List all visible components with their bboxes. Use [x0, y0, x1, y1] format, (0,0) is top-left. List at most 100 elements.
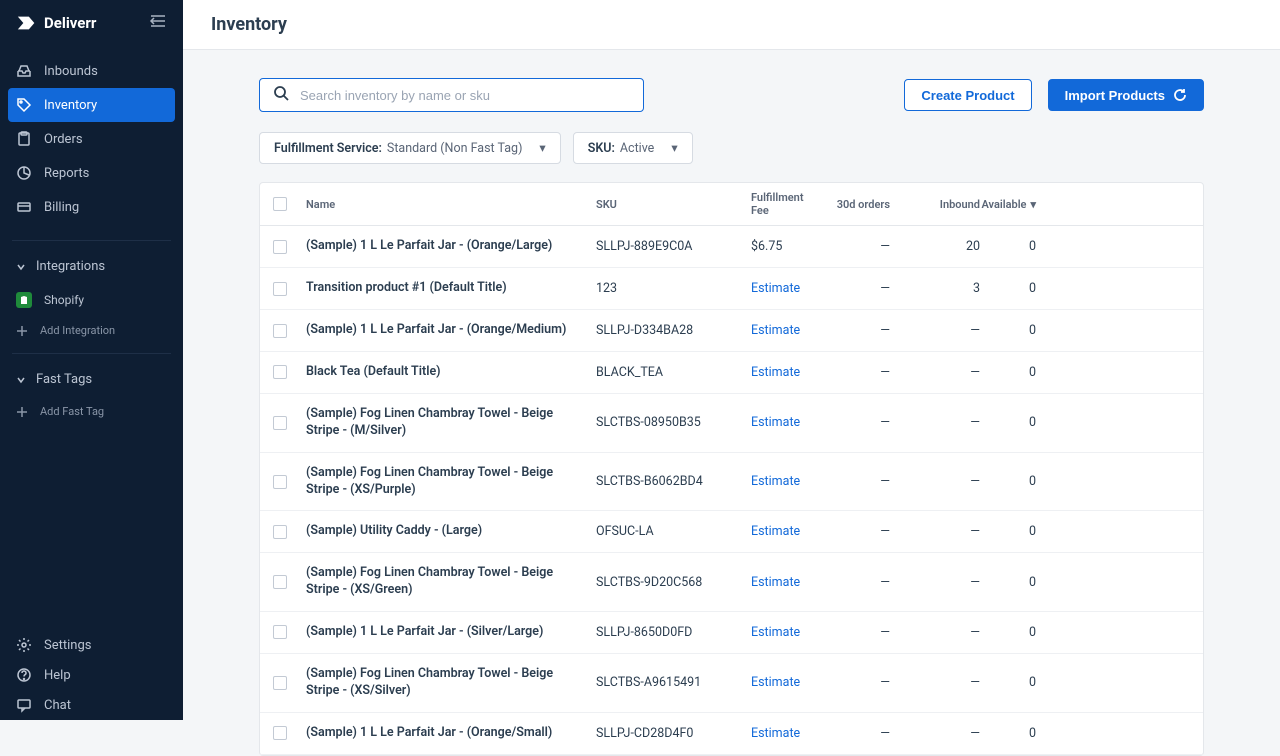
nav-label: Orders — [44, 132, 83, 147]
table-row[interactable]: Transition product #1 (Default Title) 12… — [260, 268, 1203, 310]
cell-name: (Sample) Fog Linen Chambray Towel - Beig… — [300, 565, 590, 599]
estimate-link[interactable]: Estimate — [745, 365, 811, 380]
cell-available: 0 — [986, 415, 1042, 430]
cell-available: 0 — [986, 524, 1042, 539]
cell-sku: SLLPJ-D334BA28 — [590, 323, 745, 338]
create-product-button[interactable]: Create Product — [904, 79, 1031, 111]
sidebar-collapse-button[interactable] — [149, 14, 167, 32]
table-row[interactable]: (Sample) Fog Linen Chambray Towel - Beig… — [260, 394, 1203, 453]
sku-filter[interactable]: SKU: Active ▾ — [573, 132, 693, 164]
sidebar-footer-settings[interactable]: Settings — [0, 630, 183, 660]
table-row[interactable]: (Sample) 1 L Le Parfait Jar - (Orange/Sm… — [260, 713, 1203, 755]
column-name[interactable]: Name — [300, 198, 590, 211]
page-title: Inventory — [183, 0, 1280, 50]
nav-label: Reports — [44, 166, 89, 181]
sku-filter-label: SKU: — [588, 141, 615, 156]
cell-name: Transition product #1 (Default Title) — [300, 280, 590, 297]
sidebar-item-billing[interactable]: Billing — [0, 190, 183, 224]
cell-sku: 123 — [590, 281, 745, 296]
cell-fee: $6.75 — [745, 239, 811, 254]
cell-available: 0 — [986, 675, 1042, 690]
plus-icon — [16, 406, 28, 418]
gear-icon — [16, 637, 32, 653]
cell-orders: — — [811, 323, 896, 338]
cell-orders: — — [811, 281, 896, 296]
sidebar-footer-help[interactable]: Help — [0, 660, 183, 690]
fulfillment-service-filter[interactable]: Fulfillment Service: Standard (Non Fast … — [259, 132, 561, 164]
sidebar-footer-chat[interactable]: Chat — [0, 690, 183, 720]
column-inbound[interactable]: Inbound — [896, 198, 986, 211]
search-input[interactable] — [259, 78, 644, 112]
cell-orders: — — [811, 239, 896, 254]
import-products-label: Import Products — [1065, 88, 1165, 103]
row-checkbox[interactable] — [273, 625, 287, 639]
cell-name: Black Tea (Default Title) — [300, 364, 590, 381]
integrations-header[interactable]: Integrations — [0, 249, 183, 284]
sidebar-item-inventory[interactable]: Inventory — [8, 88, 175, 122]
row-checkbox[interactable] — [273, 365, 287, 379]
cell-available: 0 — [986, 323, 1042, 338]
cell-inbound: — — [896, 365, 986, 380]
sidebar-item-inbounds[interactable]: Inbounds — [0, 54, 183, 88]
row-checkbox[interactable] — [273, 475, 287, 489]
estimate-link[interactable]: Estimate — [745, 726, 811, 741]
estimate-link[interactable]: Estimate — [745, 625, 811, 640]
table-row[interactable]: (Sample) 1 L Le Parfait Jar - (Orange/La… — [260, 226, 1203, 268]
estimate-link[interactable]: Estimate — [745, 575, 811, 590]
tag-icon — [16, 97, 32, 113]
row-checkbox[interactable] — [273, 324, 287, 338]
row-checkbox[interactable] — [273, 416, 287, 430]
integration-shopify[interactable]: Shopify — [0, 284, 183, 316]
column-available-label: Available — [981, 198, 1026, 211]
search-icon — [273, 85, 289, 105]
cell-name: (Sample) Utility Caddy - (Large) — [300, 523, 590, 540]
fulfillment-filter-value: Standard (Non Fast Tag) — [387, 141, 523, 156]
estimate-link[interactable]: Estimate — [745, 524, 811, 539]
estimate-link[interactable]: Estimate — [745, 675, 811, 690]
add-fast-tag-button[interactable]: Add Fast Tag — [0, 397, 183, 426]
sku-filter-value: Active — [620, 141, 654, 156]
table-row[interactable]: Black Tea (Default Title) BLACK_TEA Esti… — [260, 352, 1203, 394]
column-fee[interactable]: Fulfillment Fee — [745, 191, 811, 217]
chevron-down-icon — [16, 375, 26, 385]
add-integration-label: Add Integration — [40, 324, 115, 337]
fulfillment-filter-label: Fulfillment Service: — [274, 141, 382, 156]
row-checkbox[interactable] — [273, 282, 287, 296]
add-integration-button[interactable]: Add Integration — [0, 316, 183, 345]
table-row[interactable]: (Sample) Fog Linen Chambray Towel - Beig… — [260, 654, 1203, 713]
cell-sku: SLCTBS-A9615491 — [590, 675, 745, 690]
column-available[interactable]: Available ▾ — [986, 198, 1042, 211]
column-sku[interactable]: SKU — [590, 198, 745, 211]
cell-available: 0 — [986, 281, 1042, 296]
cell-available: 0 — [986, 239, 1042, 254]
estimate-link[interactable]: Estimate — [745, 474, 811, 489]
sidebar-item-reports[interactable]: Reports — [0, 156, 183, 190]
sidebar-item-orders[interactable]: Orders — [0, 122, 183, 156]
row-checkbox[interactable] — [273, 575, 287, 589]
row-checkbox[interactable] — [273, 240, 287, 254]
brand-logo: Deliverr — [16, 14, 96, 32]
estimate-link[interactable]: Estimate — [745, 323, 811, 338]
estimate-link[interactable]: Estimate — [745, 415, 811, 430]
row-checkbox[interactable] — [273, 525, 287, 539]
row-checkbox[interactable] — [273, 726, 287, 740]
cell-orders: — — [811, 726, 896, 741]
table-row[interactable]: (Sample) Fog Linen Chambray Towel - Beig… — [260, 453, 1203, 512]
cell-inbound: — — [896, 575, 986, 590]
table-row[interactable]: (Sample) Utility Caddy - (Large) OFSUC-L… — [260, 511, 1203, 553]
cell-orders: — — [811, 575, 896, 590]
chevron-down-icon — [16, 262, 26, 272]
table-row[interactable]: (Sample) 1 L Le Parfait Jar - (Silver/La… — [260, 612, 1203, 654]
cell-name: (Sample) 1 L Le Parfait Jar - (Orange/Me… — [300, 322, 590, 339]
import-products-button[interactable]: Import Products — [1048, 79, 1204, 111]
fast-tags-header[interactable]: Fast Tags — [0, 362, 183, 397]
cell-available: 0 — [986, 474, 1042, 489]
table-row[interactable]: (Sample) Fog Linen Chambray Towel - Beig… — [260, 553, 1203, 612]
inbox-icon — [16, 63, 32, 79]
cell-sku: BLACK_TEA — [590, 365, 745, 380]
estimate-link[interactable]: Estimate — [745, 281, 811, 296]
select-all-checkbox[interactable] — [273, 197, 287, 211]
table-row[interactable]: (Sample) 1 L Le Parfait Jar - (Orange/Me… — [260, 310, 1203, 352]
column-orders[interactable]: 30d orders — [811, 198, 896, 211]
row-checkbox[interactable] — [273, 676, 287, 690]
